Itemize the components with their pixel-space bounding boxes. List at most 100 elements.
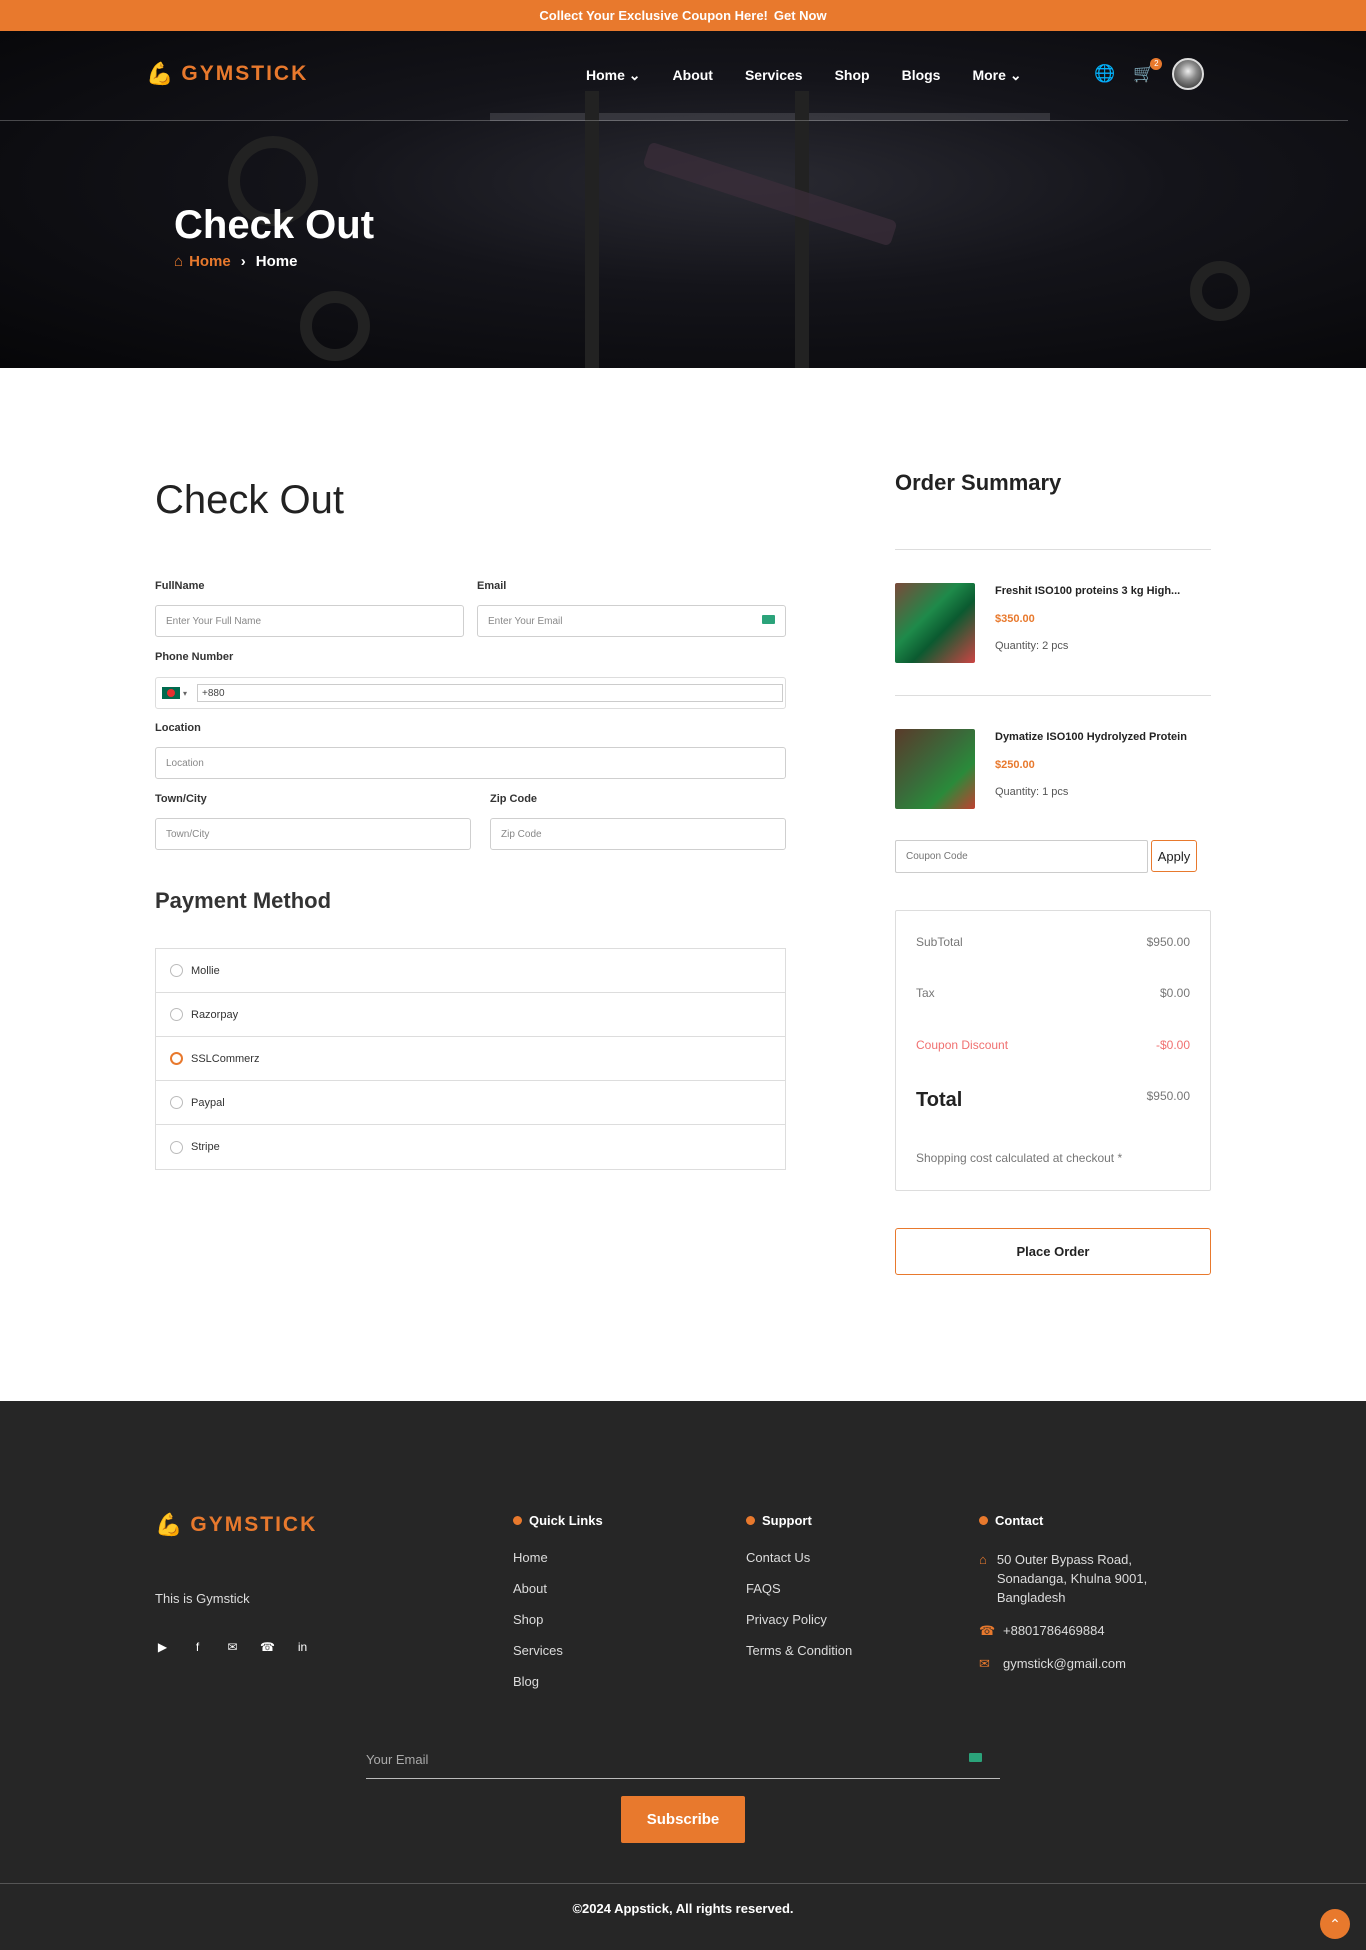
chevron-up-icon: ⌃: [1329, 1915, 1341, 1932]
support-title: Support: [746, 1513, 852, 1528]
footer-link-privacy[interactable]: Privacy Policy: [746, 1612, 852, 1627]
newsletter-field-wrap: [366, 1741, 1000, 1779]
product-name[interactable]: Freshit ISO100 proteins 3 kg High...: [995, 585, 1180, 597]
footer-link-about[interactable]: About: [513, 1581, 603, 1596]
radio-button[interactable]: [170, 1096, 183, 1109]
payment-method-title: Payment Method: [155, 888, 332, 913]
summary-product: Dymatize ISO100 Hydrolyzed Protein $250.…: [895, 729, 1215, 809]
footer-link-terms[interactable]: Terms & Condition: [746, 1643, 852, 1658]
topbar-text: Collect Your Exclusive Coupon Here!: [539, 8, 768, 23]
copyright: ©2024 Appstick, All rights reserved.: [572, 1901, 794, 1916]
user-avatar[interactable]: [1172, 58, 1205, 90]
nav-about[interactable]: About: [673, 67, 713, 84]
youtube-icon[interactable]: ▶: [155, 1639, 170, 1654]
footer-tagline: This is Gymstick: [155, 1591, 250, 1606]
footer-link-contact-us[interactable]: Contact Us: [746, 1550, 852, 1565]
facebook-icon[interactable]: f: [190, 1639, 205, 1654]
email-label: Email: [477, 580, 507, 592]
footer-link-shop[interactable]: Shop: [513, 1612, 603, 1627]
footer-support: Support Contact Us FAQS Privacy Policy T…: [746, 1513, 852, 1674]
globe-icon[interactable]: 🌐: [1094, 64, 1115, 84]
product-quantity: Quantity: 2 pcs: [995, 640, 1069, 652]
contact-phone[interactable]: ☎ +8801786469884: [979, 1621, 1179, 1640]
brand-logo[interactable]: 💪 GYMSTICK: [146, 61, 308, 87]
social-links: ▶ f ✉ ☎ in: [155, 1639, 310, 1654]
phone-input[interactable]: +880: [197, 684, 783, 702]
coupon-topbar: Collect Your Exclusive Coupon Here! Get …: [0, 0, 1366, 31]
footer-link-faqs[interactable]: FAQS: [746, 1581, 852, 1596]
apply-coupon-button[interactable]: Apply: [1151, 840, 1197, 872]
email-icon: [762, 615, 775, 624]
product-name[interactable]: Dymatize ISO100 Hydrolyzed Protein: [995, 731, 1187, 743]
breadcrumb: ⌂ Home › Home: [174, 253, 297, 270]
town-field-wrap: [155, 818, 471, 850]
location-field-wrap: [155, 747, 786, 779]
plate-decor: [1190, 261, 1250, 321]
nav-blogs[interactable]: Blogs: [902, 67, 941, 84]
breadcrumb-current: Home: [255, 253, 298, 270]
tax-row: Tax $0.00: [916, 986, 1190, 1000]
coupon-input[interactable]: [906, 851, 1147, 862]
footer-link-home[interactable]: Home: [513, 1550, 603, 1565]
nav-more[interactable]: More ⌄: [972, 67, 1021, 84]
chevron-down-icon: ⌄: [628, 67, 641, 83]
subtotal-row: SubTotal $950.00: [916, 935, 1190, 949]
footer-logo[interactable]: 💪 GYMSTICK: [155, 1512, 317, 1538]
footer-link-blog[interactable]: Blog: [513, 1674, 603, 1689]
nav-services[interactable]: Services: [745, 67, 803, 84]
main-navbar: 💪 GYMSTICK Home ⌄ About Services Shop Bl…: [0, 31, 1348, 121]
payment-option-stripe[interactable]: Stripe: [156, 1125, 785, 1169]
product-image[interactable]: [895, 729, 975, 809]
linkedin-icon[interactable]: in: [295, 1639, 310, 1654]
email-field-wrap: [477, 605, 786, 637]
subscribe-button[interactable]: Subscribe: [621, 1796, 745, 1843]
town-input[interactable]: [166, 828, 470, 840]
payment-option-mollie[interactable]: Mollie: [156, 949, 785, 993]
place-order-button[interactable]: Place Order: [895, 1228, 1211, 1275]
product-price: $350.00: [995, 613, 1035, 625]
cart-icon[interactable]: 🛒 2: [1133, 58, 1163, 84]
email-icon: [969, 1753, 982, 1762]
nav-home[interactable]: Home ⌄: [586, 67, 641, 84]
contact-email[interactable]: ✉ gymstick@gmail.com: [979, 1654, 1179, 1673]
phone-icon[interactable]: ☎: [260, 1639, 275, 1654]
location-input[interactable]: [166, 757, 785, 769]
payment-option-paypal[interactable]: Paypal: [156, 1081, 785, 1125]
radio-button[interactable]: [170, 1140, 183, 1154]
email-input[interactable]: [488, 615, 785, 627]
radio-button-selected[interactable]: [170, 1052, 183, 1065]
radio-button[interactable]: [170, 964, 183, 977]
nav-shop[interactable]: Shop: [835, 67, 870, 84]
checkout-main: Check Out FullName Email Phone Number ▾ …: [0, 368, 1366, 1401]
hero-title: Check Out: [174, 203, 375, 247]
total-row: Total $950.00: [916, 1089, 1190, 1111]
newsletter-email-input[interactable]: [366, 1752, 1000, 1767]
zip-input[interactable]: [501, 828, 785, 840]
topbar-get-now-link[interactable]: Get Now: [774, 8, 827, 23]
phone-field: ▾ +880: [155, 677, 786, 709]
dumbbell-logo-icon: 💪: [155, 1512, 185, 1537]
coupon-discount-row: Coupon Discount -$0.00: [916, 1038, 1190, 1052]
summary-product: Freshit ISO100 proteins 3 kg High... $35…: [895, 583, 1215, 663]
product-image[interactable]: [895, 583, 975, 663]
payment-option-sslcommerz[interactable]: SSLCommerz: [156, 1037, 785, 1081]
rack-decor: [585, 91, 599, 368]
nav-icons: 🌐 🛒 2: [1094, 58, 1205, 90]
footer-link-services[interactable]: Services: [513, 1643, 603, 1658]
divider: [0, 1883, 1366, 1884]
payment-option-razorpay[interactable]: Razorpay: [156, 993, 785, 1037]
chevron-right-icon: ›: [240, 253, 246, 270]
bangladesh-flag-icon[interactable]: [162, 687, 180, 699]
phone-icon: ☎: [979, 1623, 996, 1638]
breadcrumb-home[interactable]: ⌂ Home: [174, 253, 231, 270]
site-footer: 💪 GYMSTICK This is Gymstick ▶ f ✉ ☎ in Q…: [0, 1401, 1366, 1950]
radio-button[interactable]: [170, 1008, 183, 1021]
order-totals-box: SubTotal $950.00 Tax $0.00 Coupon Discount…: [895, 910, 1211, 1191]
nav-menu: Home ⌄ About Services Shop Blogs More ⌄: [586, 67, 1022, 84]
rack-decor: [795, 91, 809, 368]
chevron-down-icon[interactable]: ▾: [183, 689, 187, 698]
footer-contact: Contact ⌂ 50 Outer Bypass Road, Sonadanga…: [979, 1513, 1179, 1687]
fullname-input[interactable]: [166, 615, 463, 627]
mail-icon[interactable]: ✉: [225, 1639, 240, 1654]
scroll-to-top-button[interactable]: ⌃: [1320, 1909, 1350, 1939]
